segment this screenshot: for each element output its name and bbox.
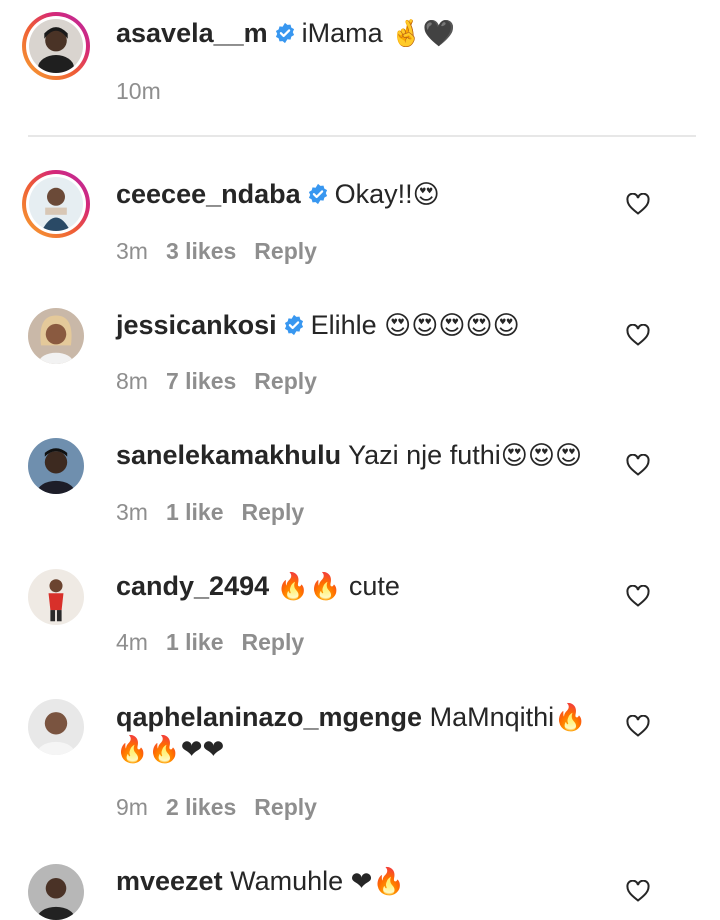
comment-text: Okay!!: [334, 179, 413, 209]
comment-likes[interactable]: 1 like: [166, 629, 224, 655]
comment-emoji: 😍: [412, 180, 440, 210]
caption-time: 10m: [116, 78, 161, 104]
comment-time: 9m: [116, 794, 148, 820]
heart-outline-icon[interactable]: [626, 879, 650, 902]
comment-avatar[interactable]: [28, 438, 84, 494]
avatar-image-icon: [28, 699, 84, 755]
comment-text: Elihle: [310, 310, 385, 340]
reply-button[interactable]: Reply: [254, 238, 317, 264]
comment-meta: 3m 3 likes Reply: [116, 238, 335, 265]
comment-username[interactable]: ceecee_ndaba: [116, 179, 301, 209]
heart-outline-icon[interactable]: [626, 714, 650, 737]
caption-divider: [28, 135, 696, 137]
comment-text: MaMnqithi: [429, 702, 555, 732]
comment-meta: 9m 2 likes Reply: [116, 794, 335, 821]
heart-outline-icon[interactable]: [626, 192, 650, 215]
comment-username[interactable]: jessicankosi: [116, 310, 277, 340]
comment-time: 4m: [116, 629, 148, 655]
comment-time: 3m: [116, 499, 148, 525]
comment-likes[interactable]: 3 likes: [166, 238, 236, 264]
comment-emoji: ❤🔥: [350, 867, 405, 897]
verified-badge-icon: [307, 179, 329, 205]
reply-button[interactable]: Reply: [242, 499, 305, 525]
caption-text: iMama: [301, 18, 383, 48]
comment-meta: 8m 7 likes Reply: [116, 368, 335, 395]
comment-likes[interactable]: 1 like: [166, 499, 224, 525]
avatar-image-icon: [28, 569, 84, 625]
avatar-image-icon: [28, 438, 84, 494]
heart-outline-icon[interactable]: [626, 584, 650, 607]
caption-username[interactable]: asavela__m: [116, 18, 268, 48]
comment-avatar[interactable]: [22, 170, 90, 238]
avatar-image-icon: [28, 864, 84, 920]
comment-likes[interactable]: 2 likes: [166, 794, 236, 820]
avatar-image-icon: [29, 177, 83, 231]
comment-meta: 3m 1 like Reply: [116, 499, 322, 526]
comment-emoji: 😍😍😍: [500, 441, 583, 471]
comment-text: Yazi nje futhi: [348, 440, 501, 470]
reply-button[interactable]: Reply: [254, 368, 317, 394]
comment-username[interactable]: sanelekamakhulu: [116, 440, 341, 470]
comment-text: cute: [348, 571, 400, 601]
comment-emoji: 😍😍😍😍😍: [384, 311, 520, 341]
caption-line: asavela__m iMama 🤞🖤: [116, 16, 455, 51]
comment-username[interactable]: qaphelaninazo_mgenge: [116, 702, 422, 732]
comment-avatar[interactable]: [28, 308, 84, 364]
verified-badge-icon: [274, 18, 296, 44]
reply-button[interactable]: Reply: [242, 629, 305, 655]
comment-username[interactable]: candy_2494: [116, 571, 269, 601]
comment-likes[interactable]: 7 likes: [166, 368, 236, 394]
comment-emoji: 🔥: [554, 703, 587, 733]
comment-meta: 4m 1 like Reply: [116, 629, 322, 656]
comment-username[interactable]: mveezet: [116, 866, 223, 896]
avatar-image-icon: [28, 308, 84, 364]
comment-emoji-line2: 🔥🔥❤❤: [116, 735, 225, 765]
post-caption: asavela__m iMama 🤞🖤 10m: [0, 0, 720, 136]
comment-time: 3m: [116, 238, 148, 264]
caption-avatar[interactable]: [22, 12, 90, 80]
reply-button[interactable]: Reply: [254, 794, 317, 820]
comment-avatar[interactable]: [28, 699, 84, 755]
heart-outline-icon[interactable]: [626, 453, 650, 476]
comment-time: 8m: [116, 368, 148, 394]
caption-meta: 10m: [116, 78, 179, 105]
verified-badge-icon: [283, 310, 305, 336]
caption-emoji: 🤞🖤: [390, 19, 455, 49]
avatar-image-icon: [29, 19, 83, 73]
comment-avatar[interactable]: [28, 569, 84, 625]
comment-emoji: 🔥🔥: [276, 572, 342, 602]
comment-text: Wamuhle: [230, 866, 344, 896]
heart-outline-icon[interactable]: [626, 323, 650, 346]
comment-avatar[interactable]: [28, 864, 84, 920]
